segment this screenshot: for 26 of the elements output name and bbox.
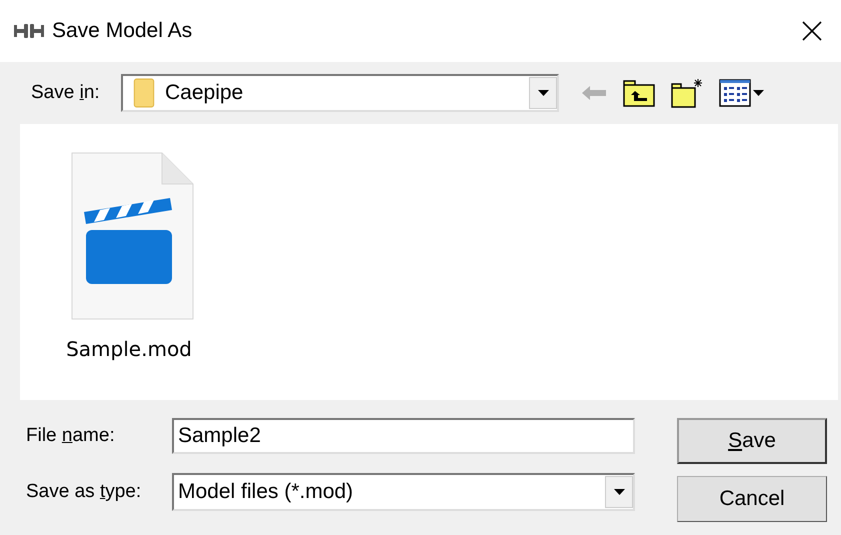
up-folder-icon [623, 79, 655, 107]
close-icon [802, 21, 822, 41]
file-name-label: Sample.mod [66, 336, 192, 363]
new-folder-button[interactable] [671, 78, 703, 108]
caret-icon [614, 489, 624, 495]
window-title: Save Model As [52, 18, 192, 44]
new-folder-icon [671, 78, 703, 108]
cancel-button[interactable]: Cancel [677, 476, 827, 522]
up-folder-button[interactable] [623, 78, 655, 108]
save-in-dropdown[interactable]: Caepipe [121, 74, 559, 112]
save-button[interactable]: Save [677, 418, 827, 464]
caret-icon [753, 90, 764, 96]
back-arrow-icon [582, 86, 606, 100]
save-in-label: Save in: [31, 80, 101, 105]
save-as-type-value: Model files (*.mod) [178, 479, 354, 506]
file-name-label: File name: [26, 424, 116, 448]
save-as-type-label: Save as type: [26, 480, 142, 504]
save-as-type-dropdown[interactable]: Model files (*.mod) [172, 473, 635, 511]
file-item[interactable]: Sample.mod [60, 148, 198, 368]
save-in-value: Caepipe [165, 80, 244, 106]
folder-icon [133, 78, 155, 108]
pipe-icon [14, 23, 44, 39]
list-view-icon [719, 79, 751, 107]
caret-icon [538, 90, 548, 96]
view-menu-button[interactable] [719, 79, 764, 107]
file-name-field[interactable]: Sample2 [172, 418, 635, 454]
